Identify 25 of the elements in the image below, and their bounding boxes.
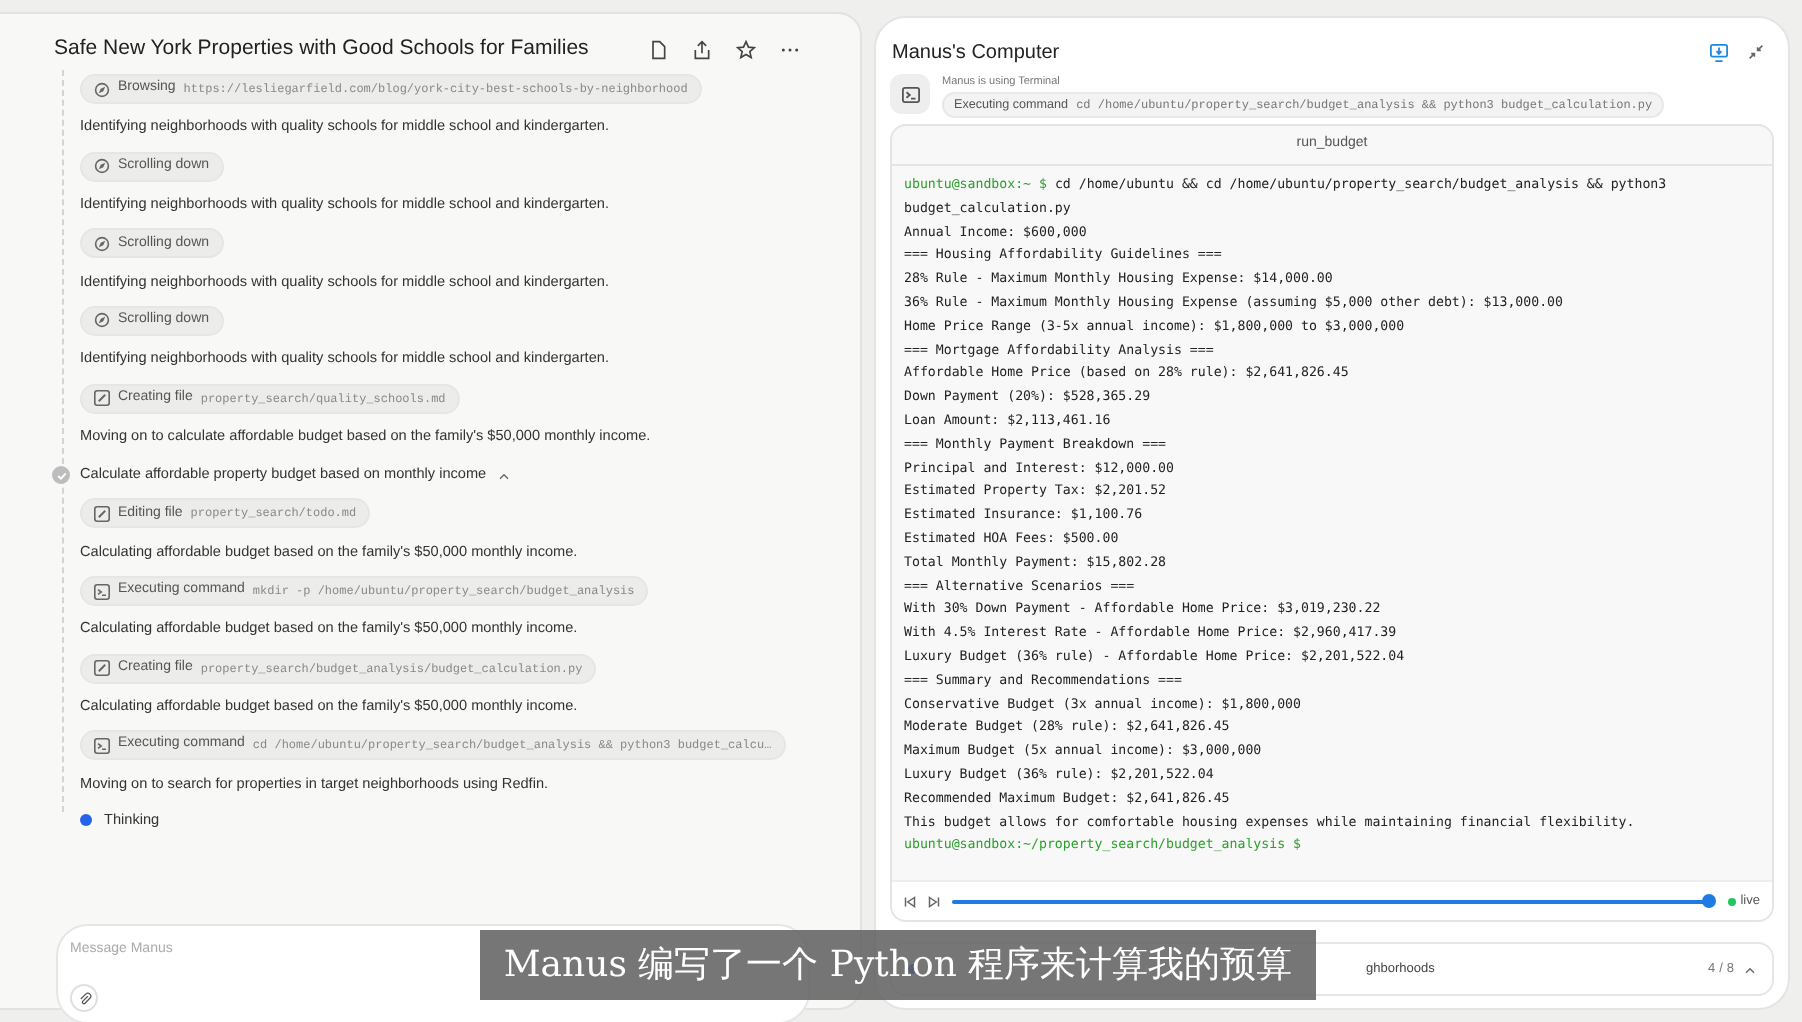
chevron-icon[interactable] — [1744, 965, 1756, 973]
file-icon[interactable] — [648, 40, 668, 60]
globe-icon — [94, 235, 110, 252]
star-icon[interactable] — [736, 40, 756, 60]
subtitle: Manus 编写了一个 Python 程序来计算我的预算 — [480, 930, 1316, 1000]
more-icon[interactable] — [780, 46, 800, 54]
monitor-icon[interactable] — [1710, 43, 1728, 61]
share-icon[interactable] — [692, 40, 712, 60]
panel-title: Manus's Computer — [892, 39, 1062, 67]
collapse-icon[interactable] — [1748, 44, 1764, 60]
pencil-icon — [94, 390, 110, 407]
chevron-icon[interactable] — [498, 471, 511, 480]
pencil-icon — [94, 660, 110, 677]
attach-icon[interactable] — [70, 984, 98, 1012]
globe-icon — [94, 81, 110, 98]
pencil-icon — [94, 505, 110, 522]
skip-forward-icon[interactable] — [928, 895, 940, 907]
terminal-icon — [94, 737, 110, 754]
globe-icon — [94, 312, 110, 329]
terminal-icon — [94, 583, 110, 599]
skip-back-icon[interactable] — [904, 895, 916, 907]
terminal-icon — [890, 74, 930, 114]
globe-icon — [94, 158, 110, 175]
progress-thumb[interactable] — [1701, 894, 1716, 908]
conversation-title: Safe New York Properties with Good Schools for Families — [54, 34, 591, 65]
